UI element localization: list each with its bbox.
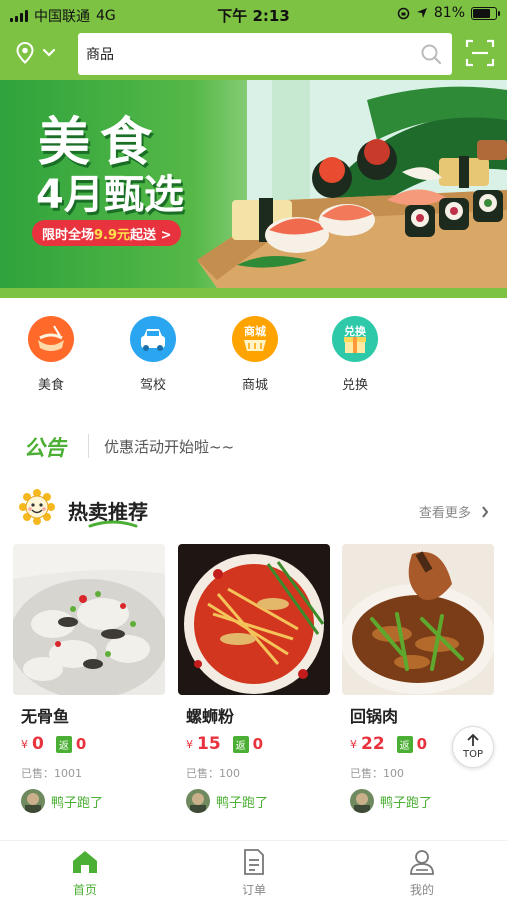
rebate-badge: 返: [55, 735, 72, 753]
status-bar: 中国联通 4G 下午 2:13 81%: [0, 0, 507, 28]
banner-promo-pill[interactable]: 限时全场 9.9元 起送 >: [32, 220, 182, 246]
promo-highlight: 9.9元: [94, 227, 131, 243]
product-card[interactable]: 螺蛳粉 ¥ 15 返 0 已售：100 鸭子跑了: [178, 544, 330, 813]
home-icon: [73, 851, 97, 873]
rotation-lock-icon: [397, 7, 410, 19]
product-price-row: ¥ 15 返 0: [178, 733, 330, 755]
rebate-value: 0: [416, 735, 428, 753]
product-image: [342, 544, 494, 695]
product-card[interactable]: 无骨鱼 ¥ 0 返 0 已售：1001 鸭子跑了: [13, 544, 165, 813]
arrow-up-icon: [467, 733, 479, 746]
shop-name: 鸭子跑了: [216, 795, 269, 811]
product-name: 无骨鱼: [21, 707, 70, 726]
product-price: 15: [197, 734, 221, 754]
rebate-value: 0: [75, 735, 87, 753]
location-pin-icon: [16, 42, 34, 64]
battery-icon: [471, 6, 500, 20]
shop-row[interactable]: 鸭子跑了: [342, 789, 494, 813]
shop-name: 鸭子跑了: [380, 795, 433, 811]
shop-avatar: [350, 789, 374, 813]
view-more-link[interactable]: 查看更多: [419, 502, 489, 521]
gift-icon: 兑换: [332, 316, 378, 362]
currency-symbol: ¥: [186, 737, 193, 751]
tab-home[interactable]: 首页: [45, 847, 125, 898]
currency-symbol: ¥: [21, 737, 28, 751]
sold-count: 已售：1001: [21, 767, 82, 780]
tab-profile[interactable]: 我的: [382, 847, 462, 898]
product-price: 22: [361, 734, 385, 754]
notice-bar[interactable]: 公告 优惠活动开始啦~~: [0, 424, 507, 468]
food-icon: [28, 316, 74, 362]
promo-prefix: 限时全场: [42, 227, 95, 243]
shop-avatar: [186, 789, 210, 813]
rebate-badge: 返: [396, 735, 413, 753]
category-mall[interactable]: 商城 商城: [220, 312, 290, 393]
search-value: 商品: [86, 47, 114, 63]
product-price: 0: [32, 734, 44, 754]
promo-banner[interactable]: 美食 4月甄选 限时全场 9.9元 起送 >: [0, 80, 507, 298]
battery-fill: [473, 8, 490, 18]
app-screen: 中国联通 4G 下午 2:13 81% 商品 美食 4月甄选 限时全场 9.9元…: [0, 0, 507, 900]
category-grid: 美食 驾校 商城 商城 兑换 兑换: [0, 312, 507, 402]
rebate-value: 0: [252, 735, 264, 753]
notice-tag: 公告: [24, 436, 66, 460]
category-exchange[interactable]: 兑换 兑换: [320, 312, 390, 393]
user-profile-icon: [410, 850, 434, 875]
status-right: 81%: [397, 5, 500, 21]
back-to-top-button[interactable]: TOP: [452, 726, 494, 768]
chevron-right-icon: [482, 506, 489, 518]
search-header: 商品: [0, 28, 507, 80]
product-image: [178, 544, 330, 695]
car-icon: [130, 316, 176, 362]
shop-row[interactable]: 鸭子跑了: [178, 789, 330, 813]
sold-count: 已售：100: [186, 767, 240, 780]
tab-label: 首页: [72, 883, 97, 897]
tab-label: 我的: [409, 883, 434, 897]
search-input[interactable]: 商品: [78, 33, 452, 75]
shop-name: 鸭子跑了: [51, 795, 104, 811]
scan-icon[interactable]: [465, 38, 495, 68]
shop-avatar: [21, 789, 45, 813]
tab-orders[interactable]: 订单: [214, 847, 294, 898]
bottom-tab-bar: 首页 订单 我的: [0, 840, 507, 900]
location-selector[interactable]: [16, 40, 66, 66]
product-name: 回锅肉: [350, 707, 399, 726]
product-card[interactable]: 回锅肉 ¥ 22 返 0 已售：100 鸭子跑了: [342, 544, 494, 813]
category-label: 商城: [241, 378, 268, 393]
title-underline-decoration: [88, 520, 138, 528]
back-to-top-label: TOP: [462, 749, 483, 760]
shop-row[interactable]: 鸭子跑了: [13, 789, 165, 813]
chevron-down-icon: [42, 48, 56, 57]
rebate-badge: 返: [232, 735, 249, 753]
product-image: [13, 544, 165, 695]
sushi-platter-image: [197, 80, 507, 288]
category-label: 兑换: [341, 378, 368, 393]
product-name: 螺蛳粉: [186, 707, 235, 726]
hot-section-header: 热卖推荐 查看更多: [0, 488, 507, 532]
search-icon[interactable]: [420, 43, 442, 65]
category-label: 驾校: [139, 378, 166, 393]
sunflower-mascot-icon: [19, 489, 55, 525]
order-list-icon: [244, 849, 264, 875]
notice-divider: [88, 434, 89, 458]
battery-percent: 81%: [433, 5, 465, 21]
currency-symbol: ¥: [350, 737, 357, 751]
promo-suffix: 起送 >: [130, 227, 172, 243]
product-price-row: ¥ 0 返 0: [13, 733, 165, 755]
category-driving-school[interactable]: 驾校: [118, 312, 188, 393]
notice-text: 优惠活动开始啦~~: [104, 438, 235, 456]
banner-title-line2: 4月甄选: [36, 172, 184, 218]
product-list: 无骨鱼 ¥ 0 返 0 已售：1001 鸭子跑了 螺蛳粉 ¥ 15 返 0 已售…: [0, 544, 507, 824]
location-arrow-icon: [416, 8, 427, 18]
category-food[interactable]: 美食: [16, 312, 86, 393]
tab-label: 订单: [241, 883, 266, 897]
category-label: 美食: [37, 378, 64, 393]
view-more-label: 查看更多: [418, 506, 471, 521]
mall-basket-icon: 商城: [232, 316, 278, 362]
